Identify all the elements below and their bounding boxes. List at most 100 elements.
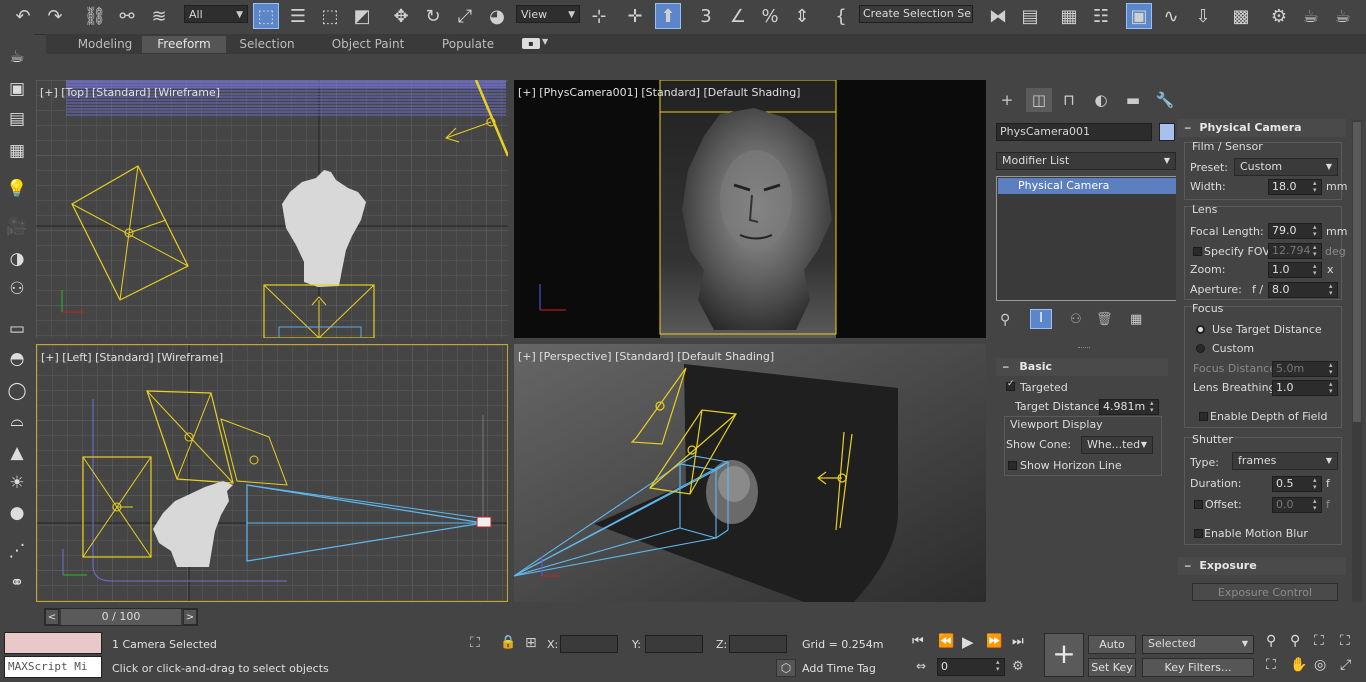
layer-explorer-icon[interactable]: ☷ <box>1088 3 1114 29</box>
redo-icon[interactable]: ↷ <box>42 3 68 29</box>
selection-filter-dropdown[interactable]: All ▼ <box>184 5 248 23</box>
maxscript-input[interactable]: MAXScript Mi <box>4 656 102 678</box>
isolate-selection-icon[interactable]: ⛶ <box>470 635 480 651</box>
viewport-label-camera[interactable]: [+] [PhysCamera001] [Standard] [Default … <box>518 86 800 99</box>
material-editor-icon[interactable]: ▩ <box>1228 3 1254 29</box>
time-tag-icon[interactable]: ⬡ <box>776 659 796 677</box>
offset-spinner[interactable]: 0.0 <box>1272 497 1322 513</box>
key-filters-button[interactable]: Key Filters... <box>1142 658 1254 677</box>
maximize-viewport-icon[interactable]: ⤢ <box>1340 657 1351 673</box>
scene-list-icon[interactable]: ▤ <box>4 106 30 132</box>
cone-icon[interactable]: ▲ <box>4 440 30 466</box>
particles-icon[interactable]: ⋰ <box>4 538 30 564</box>
time-slider-next[interactable]: > <box>183 609 197 625</box>
next-frame-icon[interactable]: ⏩ <box>986 634 1002 649</box>
exposure-rollout-header[interactable]: − Exposure <box>1178 557 1346 575</box>
viewport-camera[interactable]: [+] [PhysCamera001] [Standard] [Default … <box>514 80 986 338</box>
x-coordinate-input[interactable] <box>560 635 618 653</box>
selection-set-input[interactable]: Create Selection Se <box>859 5 973 23</box>
percent-snap-icon[interactable]: % <box>757 3 783 29</box>
tab-freeform[interactable]: Freeform <box>142 36 226 53</box>
select-place-icon[interactable]: ◕ <box>484 3 510 29</box>
zoom-spinner[interactable]: 1.0 <box>1268 262 1322 278</box>
scene-explorer-icon[interactable]: ▦ <box>1056 3 1082 29</box>
schematic-view-icon[interactable]: ⇩ <box>1190 3 1216 29</box>
object-name-input[interactable]: PhysCamera001 <box>996 123 1152 141</box>
time-slider[interactable]: < 0 / 100 > <box>44 608 198 626</box>
current-frame-spinner[interactable]: 0 <box>937 658 1005 676</box>
viewport-label-left[interactable]: [+] [Left] [Standard] [Wireframe] <box>41 351 223 364</box>
go-to-start-icon[interactable]: ⏮ <box>912 634 924 649</box>
custom-focus-radio[interactable] <box>1196 344 1205 353</box>
play-icon[interactable]: ▶ <box>962 633 974 651</box>
make-unique-icon[interactable]: ⚇ <box>1070 312 1082 327</box>
offset-checkbox[interactable] <box>1194 500 1203 509</box>
molecule-icon[interactable]: ⚭ <box>4 570 30 596</box>
orbit-icon[interactable]: ◎ <box>1314 657 1326 673</box>
lock-selection-icon[interactable]: 🔒 <box>500 635 516 650</box>
render-setup-icon[interactable]: ⚙ <box>1266 3 1292 29</box>
key-selection-dropdown[interactable]: Selected ▼ <box>1142 635 1254 654</box>
tab-populate[interactable]: Populate <box>430 36 506 53</box>
display-tab-icon[interactable]: ▬ <box>1120 88 1146 112</box>
pin-stack-icon[interactable]: ⚲ <box>1000 312 1010 328</box>
key-mode-toggle-icon[interactable]: ⇔ <box>916 659 926 673</box>
align-icon[interactable]: ▤ <box>1017 3 1043 29</box>
chevron-down-icon[interactable]: ▼ <box>542 37 548 46</box>
modifier-list-dropdown[interactable]: Modifier List ▼ <box>996 152 1176 170</box>
sphere-icon[interactable]: ◯ <box>4 378 30 404</box>
y-coordinate-input[interactable] <box>645 635 703 653</box>
tab-object-paint[interactable]: Object Paint <box>324 36 412 53</box>
tab-modeling[interactable]: Modeling <box>58 36 152 53</box>
dome-icon[interactable]: ⌓ <box>4 408 30 434</box>
basic-rollout-header[interactable]: − Basic <box>996 358 1168 376</box>
viewport-left[interactable]: [+] [Left] [Standard] [Wireframe] <box>36 344 508 602</box>
hierarchy-tab-icon[interactable]: ⊓ <box>1056 88 1082 112</box>
preset-dropdown[interactable]: Custom ▼ <box>1234 158 1338 176</box>
zoom-icon[interactable]: ⚲ <box>1266 633 1276 649</box>
aperture-spinner[interactable]: 8.0 <box>1268 282 1338 298</box>
duration-spinner[interactable]: 0.5 <box>1272 476 1322 492</box>
viewport-perspective[interactable]: [+] [Perspective] [Standard] [Default Sh… <box>514 344 986 602</box>
focus-distance-spinner[interactable]: 5.0m <box>1272 361 1338 377</box>
teapot-icon[interactable]: ☕ <box>4 44 30 70</box>
viewport-label-top[interactable]: [+] [Top] [Standard] [Wireframe] <box>40 86 220 99</box>
width-spinner[interactable]: 18.0 <box>1268 179 1322 195</box>
select-scale-icon[interactable]: ⤢ <box>452 3 478 29</box>
snaps-toggle-icon[interactable]: 3 <box>693 3 719 29</box>
tab-selection[interactable]: Selection <box>226 36 308 53</box>
ribbon-minimize-icon[interactable]: ▪ <box>522 38 540 49</box>
rendered-frame-window-icon[interactable]: ☕ <box>1298 3 1324 29</box>
zoom-extents-all-icon[interactable]: ⛶ <box>1340 633 1350 649</box>
keyboard-shortcut-override-icon[interactable]: ⬆ <box>655 3 681 29</box>
mirror-icon[interactable]: ⧓ <box>985 3 1011 29</box>
enable-motion-blur-checkbox[interactable] <box>1194 529 1203 538</box>
maxscript-listener-output[interactable] <box>4 632 102 654</box>
time-slider-thumb[interactable]: 0 / 100 <box>61 609 181 625</box>
viewport-top[interactable]: [+] [Top] [Standard] [Wireframe] <box>36 80 508 338</box>
viewport-layout-icon[interactable]: ▣ <box>4 76 30 102</box>
object-color-swatch[interactable] <box>1159 123 1175 141</box>
select-object-icon[interactable]: ⬚ <box>253 3 279 29</box>
field-of-view-icon[interactable]: ⛶ <box>1266 657 1276 673</box>
spinner-snap-icon[interactable]: ⇕ <box>789 3 815 29</box>
bind-space-warp-icon[interactable]: ≋ <box>146 3 172 29</box>
hemisphere-icon[interactable]: ◓ <box>4 346 30 372</box>
lens-breathing-spinner[interactable]: 1.0 <box>1272 380 1338 396</box>
command-panel-scrollbar[interactable] <box>1352 120 1362 602</box>
pan-view-icon[interactable]: ✋ <box>1290 657 1307 673</box>
edit-named-selection-icon[interactable]: { <box>828 3 854 29</box>
add-time-tag-button[interactable]: Add Time Tag <box>802 662 876 675</box>
table-icon[interactable]: ▦ <box>4 138 30 164</box>
select-by-name-icon[interactable]: ☰ <box>285 3 311 29</box>
show-cone-dropdown[interactable]: Whe...ted ▼ <box>1081 436 1153 454</box>
plane-icon[interactable]: ▭ <box>4 316 30 342</box>
utilities-tab-icon[interactable]: 🔧 <box>1152 88 1178 112</box>
light-bulb-icon[interactable]: 💡 <box>4 176 30 202</box>
focal-length-spinner[interactable]: 79.0 <box>1268 223 1322 239</box>
curve-editor-icon[interactable]: ∿ <box>1158 3 1184 29</box>
target-distance-spinner[interactable]: 4.981m <box>1099 399 1159 415</box>
reference-coordinate-dropdown[interactable]: View ▼ <box>516 5 580 23</box>
go-to-end-icon[interactable]: ⏭ <box>1012 634 1024 649</box>
physical-camera-rollout-header[interactable]: − Physical Camera <box>1178 119 1346 137</box>
